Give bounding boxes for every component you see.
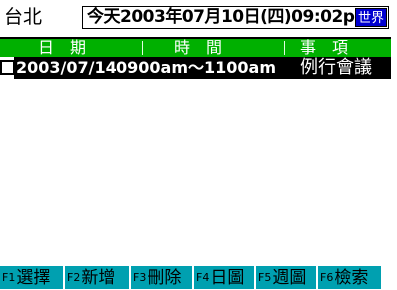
- f5-label: 週圖: [272, 268, 307, 288]
- f6-key-label: F6: [320, 271, 334, 284]
- f4-day-view-button[interactable]: F4日圖: [194, 266, 254, 289]
- f4-key-label: F4: [196, 271, 210, 284]
- f1-label: 選擇: [16, 268, 51, 288]
- f3-delete-button[interactable]: F3刪除: [131, 266, 192, 289]
- city-label: 台北: [4, 6, 43, 28]
- column-header-time: 時 間: [174, 38, 223, 57]
- f6-label: 檢索: [334, 268, 369, 288]
- list-edge: [391, 37, 397, 266]
- f2-label: 新增: [81, 268, 116, 288]
- column-divider: [142, 41, 143, 55]
- top-bar: 台北 今天2003年07月10日(四)09:02pm 世界: [0, 0, 397, 34]
- world-time-button[interactable]: 世界: [355, 8, 387, 27]
- current-date-time: 今天2003年07月10日(四)09:02pm: [87, 7, 372, 27]
- f3-label: 刪除: [147, 268, 182, 288]
- row-time: 0900am～1100am: [116, 58, 277, 77]
- f5-week-view-button[interactable]: F5週圖: [256, 266, 316, 289]
- column-header: 日 期 時 間 事 項: [0, 37, 391, 57]
- f1-select-button[interactable]: F1選擇: [0, 266, 63, 289]
- column-divider: [284, 41, 285, 55]
- f2-add-button[interactable]: F2新增: [65, 266, 129, 289]
- f2-key-label: F2: [67, 271, 81, 284]
- row-subject: 例行會議: [300, 57, 372, 78]
- column-header-subject: 事 項: [300, 38, 349, 57]
- f6-search-button[interactable]: F6檢索: [318, 266, 381, 289]
- row-date: 2003/07/14: [16, 58, 117, 77]
- row-checkbox[interactable]: [0, 60, 15, 75]
- function-key-bar: F1選擇 F2新增 F3刪除 F4日圖 F5週圖 F6檢索: [0, 266, 397, 289]
- f1-key-label: F1: [2, 271, 16, 284]
- column-header-date: 日 期: [38, 38, 87, 57]
- table-row[interactable]: 2003/07/14 0900am～1100am 例行會議: [14, 57, 391, 79]
- f3-key-label: F3: [133, 271, 147, 284]
- f4-label: 日圖: [210, 268, 245, 288]
- date-time-display: 今天2003年07月10日(四)09:02pm 世界: [82, 6, 389, 29]
- f5-key-label: F5: [258, 271, 272, 284]
